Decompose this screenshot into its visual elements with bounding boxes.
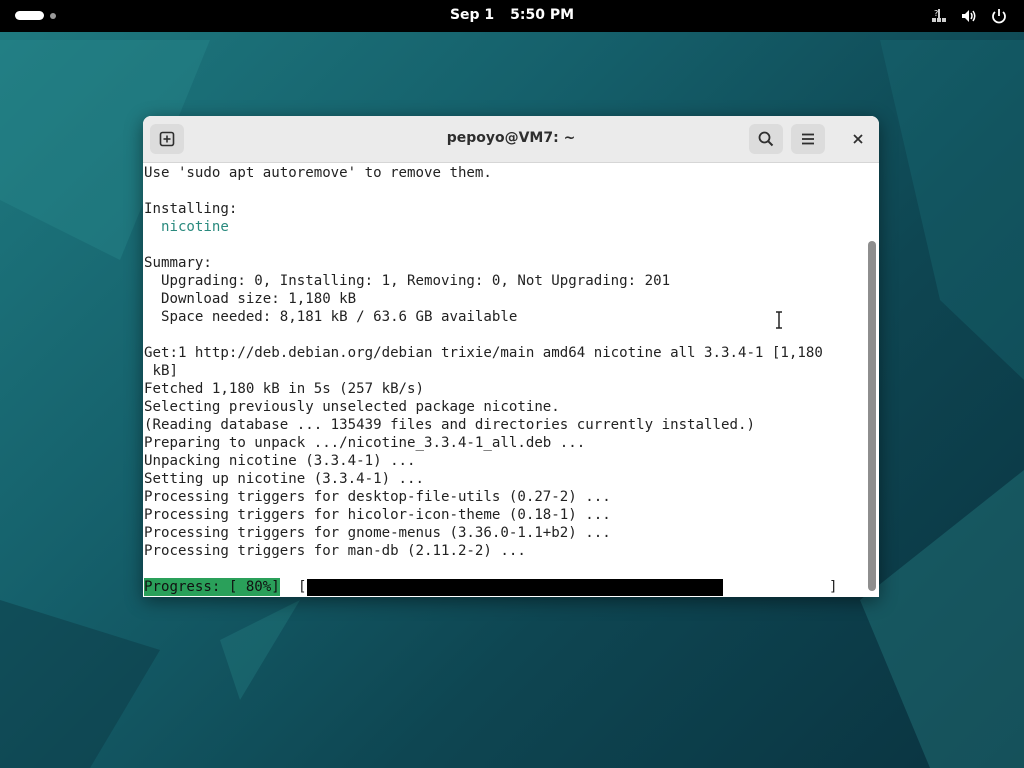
terminal-line: Installing:: [144, 201, 238, 217]
menu-button[interactable]: [791, 124, 825, 154]
header-bar[interactable]: pepoyo@VM7: ~: [143, 116, 879, 163]
terminal-line: Download size: 1,180 kB: [144, 291, 357, 307]
progress-bracket-close: ]: [829, 579, 838, 595]
terminal-line: Fetched 1,180 kB in 5s (257 kB/s): [144, 381, 425, 397]
volume-icon[interactable]: [960, 7, 978, 25]
terminal-line: Get:1 http://deb.debian.org/debian trixi…: [144, 345, 823, 361]
clock-time: 5:50 PM: [510, 7, 575, 23]
terminal-line: Processing triggers for man-db (2.11.2-2…: [144, 543, 526, 559]
terminal-line: Summary:: [144, 255, 212, 271]
close-icon: [853, 134, 863, 144]
progress-bracket-open: [: [298, 579, 307, 595]
terminal-line: (Reading database ... 135439 files and d…: [144, 417, 755, 433]
terminal-window[interactable]: pepoyo@VM7: ~ Use 'sudo apt autoremove' …: [143, 116, 879, 597]
svg-text:?: ?: [934, 9, 938, 18]
terminal-line: Preparing to unpack .../nicotine_3.3.4-1…: [144, 435, 586, 451]
terminal-scrollbar[interactable]: [865, 163, 879, 597]
terminal-line: Setting up nicotine (3.3.4-1) ...: [144, 471, 425, 487]
terminal-line: Space needed: 8,181 kB / 63.6 GB availab…: [144, 309, 518, 325]
progress-label: Progress: [ 80%]: [144, 578, 280, 596]
terminal-line: Unpacking nicotine (3.3.4-1) ...: [144, 453, 416, 469]
terminal-line: Processing triggers for gnome-menus (3.3…: [144, 525, 611, 541]
search-button[interactable]: [749, 124, 783, 154]
clock-date: Sep 1: [449, 7, 495, 23]
clock[interactable]: Sep 1 5:50 PM: [0, 7, 1024, 23]
network-icon[interactable]: ?: [930, 7, 948, 25]
close-button[interactable]: [841, 124, 875, 154]
progress-bar: [307, 579, 723, 596]
search-icon: [758, 131, 774, 147]
terminal-line: Selecting previously unselected package …: [144, 399, 560, 415]
terminal-line: kB]: [144, 363, 178, 379]
menu-icon: [802, 133, 814, 145]
terminal-line: Use 'sudo apt autoremove' to remove them…: [144, 165, 492, 181]
terminal-output[interactable]: Use 'sudo apt autoremove' to remove them…: [143, 163, 864, 597]
terminal-line: Upgrading: 0, Installing: 1, Removing: 0…: [144, 273, 671, 289]
top-bar: Sep 1 5:50 PM ?: [0, 0, 1024, 32]
text-cursor-icon: [776, 311, 782, 329]
terminal-line: Processing triggers for hicolor-icon-the…: [144, 507, 611, 523]
terminal-line-package: nicotine: [144, 219, 229, 235]
scrollbar-thumb[interactable]: [868, 241, 876, 591]
system-tray[interactable]: ?: [930, 7, 1008, 25]
power-icon[interactable]: [990, 7, 1008, 25]
terminal-line: Processing triggers for desktop-file-uti…: [144, 489, 611, 505]
